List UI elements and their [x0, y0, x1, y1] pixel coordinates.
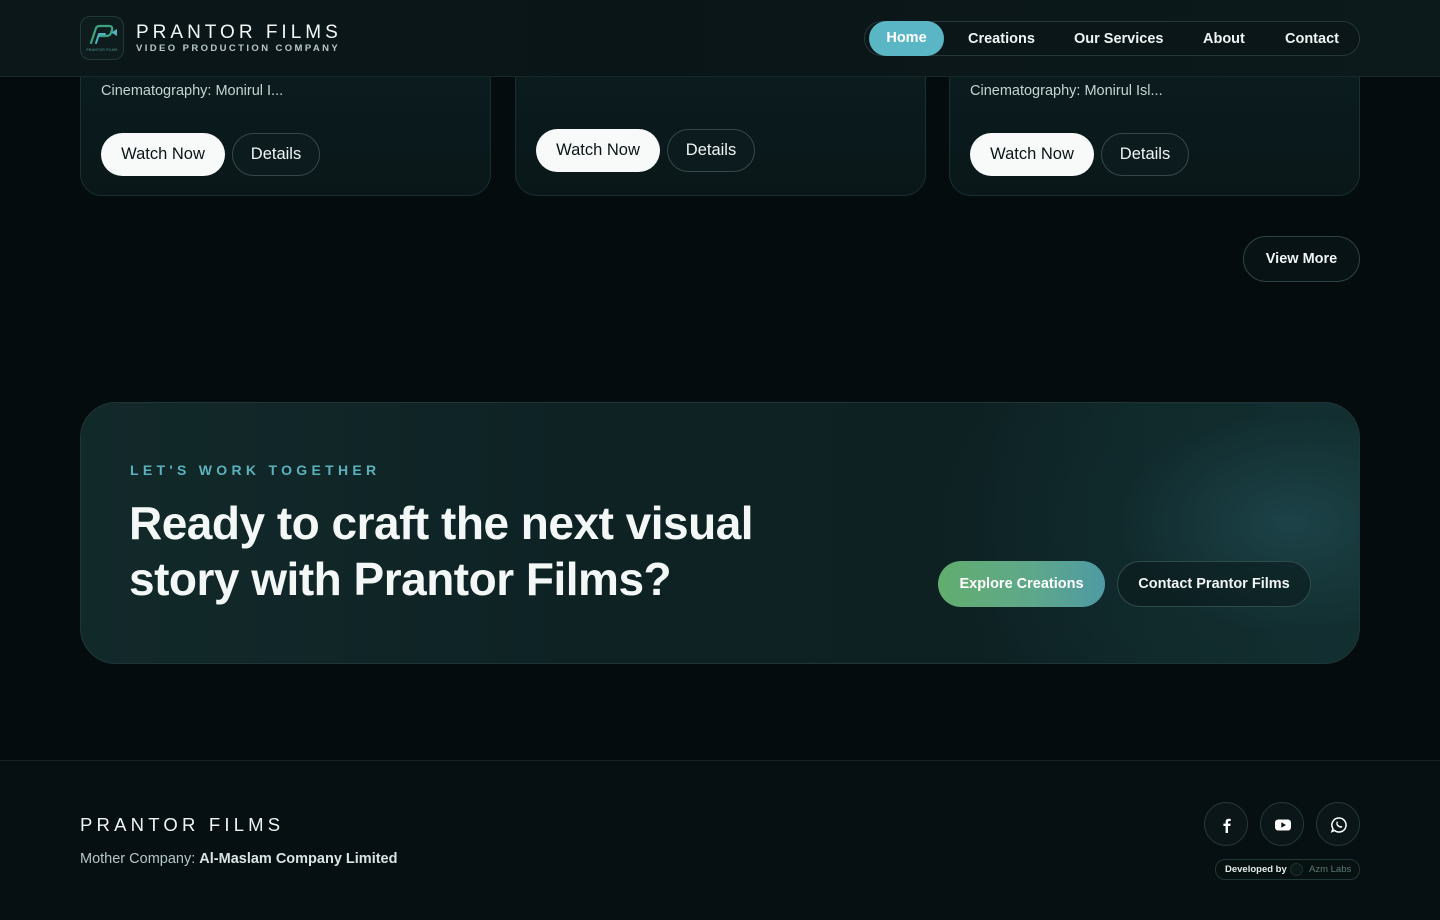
view-more-button[interactable]: View More — [1243, 236, 1360, 282]
brand-logo[interactable]: PRANTOR FILMS — [80, 16, 124, 60]
facebook-link[interactable] — [1204, 802, 1248, 846]
details-button[interactable]: Details — [1101, 133, 1189, 176]
nav-creations[interactable]: Creations — [968, 22, 1035, 57]
nav-about[interactable]: About — [1203, 22, 1245, 57]
card-credit: Cinematography: Monirul Isl... — [970, 83, 1163, 99]
brand-tagline: VIDEO PRODUCTION COMPANY — [136, 43, 341, 54]
contact-button[interactable]: Contact Prantor Films — [1117, 561, 1311, 607]
company-prefix: Mother Company: — [80, 851, 200, 867]
card-credit: Cinematography: Monirul I... — [101, 83, 284, 99]
developer-name: Azm Labs — [1309, 864, 1352, 875]
youtube-link[interactable] — [1260, 802, 1304, 846]
nav-contact[interactable]: Contact — [1285, 22, 1339, 57]
developer-badge[interactable]: Developed by Azm Labs — [1215, 859, 1360, 880]
footer-brand: PRANTOR FILMS — [80, 814, 285, 835]
nav-our-services[interactable]: Our Services — [1074, 22, 1163, 57]
watch-now-button[interactable]: Watch Now — [101, 133, 225, 176]
whatsapp-link[interactable] — [1316, 802, 1360, 846]
site-header: PRANTOR FILMS PRANTOR FILMS VIDEO PRODUC… — [0, 0, 1440, 77]
watch-now-button[interactable]: Watch Now — [536, 129, 660, 172]
nav-home[interactable]: Home — [869, 21, 944, 56]
explore-creations-button[interactable]: Explore Creations — [938, 561, 1105, 607]
details-button[interactable]: Details — [667, 129, 755, 172]
cta-eyebrow: LET'S WORK TOGETHER — [130, 462, 381, 478]
whatsapp-icon — [1330, 817, 1347, 833]
facebook-icon — [1223, 818, 1231, 833]
developed-by-label: Developed by — [1225, 864, 1287, 875]
details-button[interactable]: Details — [232, 133, 320, 176]
footer-company: Mother Company: Al-Maslam Company Limite… — [80, 851, 397, 867]
cta-panel: LET'S WORK TOGETHER Ready to craft the n… — [80, 402, 1360, 664]
site-footer: PRANTOR FILMS Mother Company: Al-Maslam … — [0, 760, 1440, 920]
brand-name[interactable]: PRANTOR FILMS — [136, 22, 342, 44]
youtube-icon — [1275, 819, 1291, 831]
company-name: Al-Maslam Company Limited — [199, 851, 398, 867]
cta-title: Ready to craft the next visual story wit… — [129, 497, 754, 605]
main-nav: Home Creations Our Services About Contac… — [864, 21, 1360, 56]
logo-mark-icon — [89, 24, 117, 45]
logo-mini-text: PRANTOR FILMS — [86, 48, 118, 52]
developer-logo-icon — [1290, 863, 1303, 876]
watch-now-button[interactable]: Watch Now — [970, 133, 1094, 176]
